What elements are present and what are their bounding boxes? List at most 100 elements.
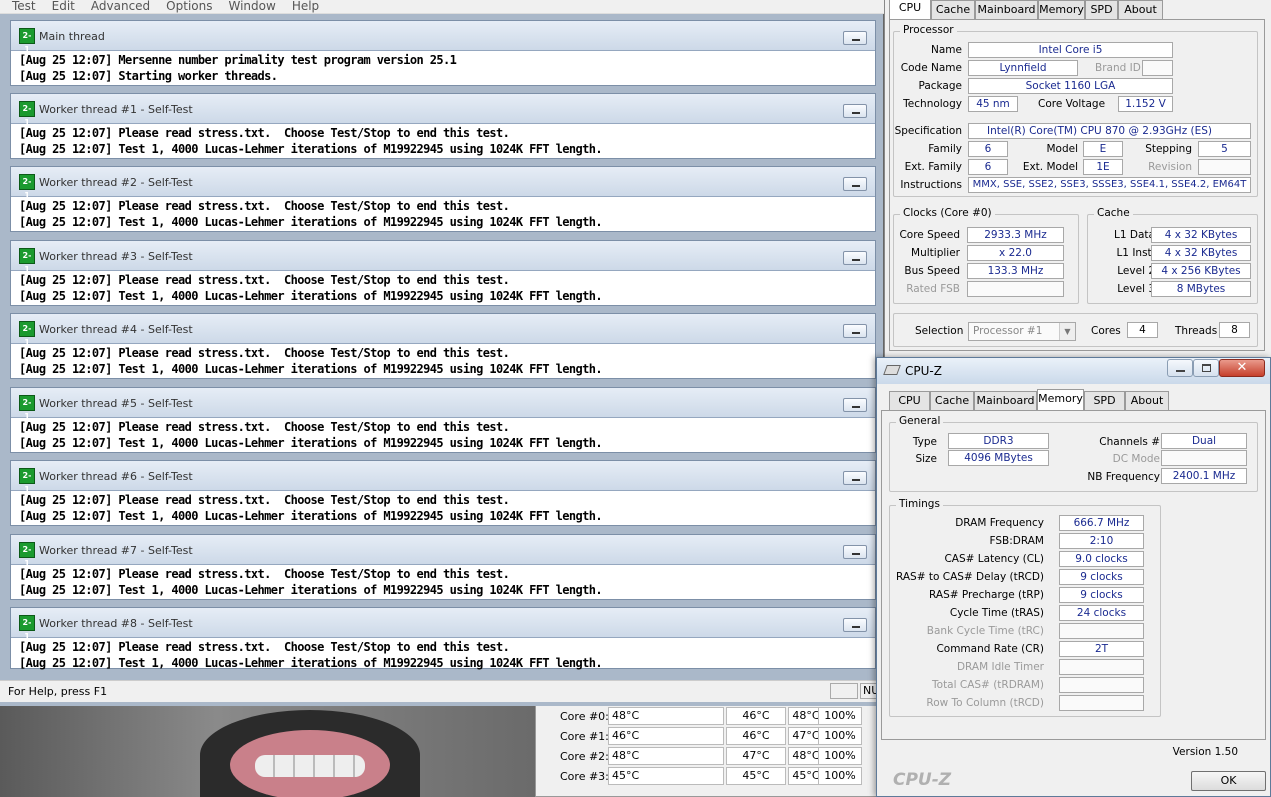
log-line: [Aug 25 12:07] Mersenne number primality… <box>19 53 457 67</box>
specification-label: Specification <box>894 125 962 137</box>
worker-thread-window: 2-1 Worker thread #1 - Self-Test [Aug 25 1… <box>10 93 876 159</box>
timing-label: RAS# to CAS# Delay (tRCD) <box>896 571 1044 583</box>
core-temp-row: Core #2: 48°C 47°C 48°C 100% <box>536 747 876 765</box>
core-speed-label: Core Speed <box>899 229 960 241</box>
prime95-icon: 2-1 <box>19 542 35 568</box>
tab-cache[interactable]: Cache <box>931 0 975 20</box>
minimize-button[interactable] <box>1167 359 1193 377</box>
subwindow-titlebar: 2-1 Worker thread #6 - Self-Test <box>11 461 875 494</box>
window-title: CPU-Z <box>905 364 942 378</box>
level3-label: Level 3 <box>1117 283 1155 295</box>
ext-model-label: Ext. Model <box>1022 161 1078 173</box>
model-value: E <box>1083 141 1123 157</box>
minimize-button[interactable] <box>843 104 867 118</box>
tab-mainboard[interactable]: Mainboard <box>975 0 1038 20</box>
timing-label: Command Rate (CR) <box>936 643 1044 655</box>
tab-cpu[interactable]: CPU <box>889 0 931 20</box>
processor-select[interactable]: Processor #1 ▼ <box>968 322 1076 341</box>
menu-edit[interactable]: Edit <box>52 0 75 13</box>
subwindow-titlebar: 2-1 Worker thread #1 - Self-Test <box>11 94 875 127</box>
timing-label: Total CAS# (tRDRAM) <box>932 679 1044 691</box>
core-cur-value: 45°C <box>608 767 724 785</box>
instructions-label: Instructions <box>900 179 962 191</box>
core-label: Core #3: <box>560 770 609 783</box>
menu-advanced[interactable]: Advanced <box>91 0 150 13</box>
core-voltage-value: 1.152 V <box>1118 96 1173 112</box>
tab-cpu[interactable]: CPU <box>889 391 930 411</box>
subwindow-titlebar: 2-1 Worker thread #2 - Self-Test <box>11 167 875 200</box>
minimize-button[interactable] <box>843 251 867 265</box>
log-line: [Aug 25 12:07] Starting worker threads. <box>19 69 278 83</box>
menu-window[interactable]: Window <box>228 0 275 13</box>
close-button[interactable]: ✕ <box>1219 359 1265 377</box>
timing-value: 9.0 clocks <box>1059 551 1144 567</box>
worker-thread-window: 2-1 Worker thread #6 - Self-Test [Aug 25 1… <box>10 460 876 526</box>
maximize-button[interactable] <box>1193 359 1219 377</box>
menu-test[interactable]: Test <box>12 0 36 13</box>
core-voltage-label: Core Voltage <box>1038 98 1106 110</box>
l1-data-value: 4 x 32 KBytes <box>1151 227 1251 243</box>
log-line: [Aug 25 12:07] Please read stress.txt. C… <box>19 126 510 140</box>
worker-thread-window: 2-1 Worker thread #3 - Self-Test [Aug 25 1… <box>10 240 876 306</box>
cpuz-window-cpu: CPU Cache Mainboard Memory SPD About Processo… <box>884 0 1271 360</box>
subwindow-title: Main thread <box>39 30 105 43</box>
worker-thread-window: 2-1 Worker thread #2 - Self-Test [Aug 25 1… <box>10 166 876 232</box>
minimize-button[interactable] <box>843 31 867 45</box>
title-bar: CPU-Z ✕ <box>877 358 1270 384</box>
multiplier-value: x 22.0 <box>967 245 1064 261</box>
nb-frequency-label: NB Frequency <box>1087 471 1160 483</box>
log-text: [Aug 25 12:07] Please read stress.txt. C… <box>11 565 875 598</box>
subwindow-titlebar: 2-1 Worker thread #8 - Self-Test <box>11 608 875 641</box>
tab-mainboard[interactable]: Mainboard <box>974 391 1037 411</box>
instructions-value: MMX, SSE, SSE2, SSE3, SSSE3, SSE4.1, SSE… <box>968 177 1251 193</box>
minimize-button[interactable] <box>843 324 867 338</box>
subwindow-title: Worker thread #3 - Self-Test <box>39 250 193 263</box>
menu-options[interactable]: Options <box>166 0 212 13</box>
core-temp-row: Core #3: 45°C 45°C 45°C 100% <box>536 767 876 785</box>
tab-spd[interactable]: SPD <box>1084 391 1125 411</box>
timing-label: FSB:DRAM <box>989 535 1044 547</box>
brandid-value <box>1142 60 1173 76</box>
log-line: [Aug 25 12:07] Test 1, 4000 Lucas-Lehmer… <box>19 509 603 523</box>
bus-speed-value: 133.3 MHz <box>967 263 1064 279</box>
log-line: [Aug 25 12:07] Test 1, 4000 Lucas-Lehmer… <box>19 583 603 597</box>
minimize-button[interactable] <box>843 545 867 559</box>
tab-spd[interactable]: SPD <box>1085 0 1118 20</box>
minimize-button[interactable] <box>843 618 867 632</box>
ext-family-label: Ext. Family <box>904 161 962 173</box>
subwindow-title: Worker thread #1 - Self-Test <box>39 103 193 116</box>
package-value: Socket 1160 LGA <box>968 78 1173 94</box>
core-temp-row: Core #0: 48°C 46°C 48°C 100% <box>536 707 876 725</box>
log-line: [Aug 25 12:07] Please read stress.txt. C… <box>19 273 510 287</box>
log-text: [Aug 25 12:07] Please read stress.txt. C… <box>11 491 875 524</box>
minimize-button[interactable] <box>843 471 867 485</box>
minimize-button[interactable] <box>843 177 867 191</box>
memory-type-value: DDR3 <box>948 433 1049 449</box>
core-label: Core #1: <box>560 730 609 743</box>
subwindow-titlebar: 2-1 Worker thread #5 - Self-Test <box>11 388 875 421</box>
worker-thread-window: 2-1 Worker thread #7 - Self-Test [Aug 25 1… <box>10 534 876 600</box>
tab-about[interactable]: About <box>1118 0 1163 20</box>
cores-value: 4 <box>1127 322 1158 338</box>
menu-help[interactable]: Help <box>292 0 319 13</box>
timing-value: 24 clocks <box>1059 605 1144 621</box>
minimize-button[interactable] <box>843 398 867 412</box>
timing-label: Bank Cycle Time (tRC) <box>926 625 1044 637</box>
l1-inst-value: 4 x 32 KBytes <box>1151 245 1251 261</box>
memory-size-value: 4096 MBytes <box>948 450 1049 466</box>
core-load-value: 100% <box>818 767 862 785</box>
tab-memory[interactable]: Memory <box>1037 389 1084 411</box>
log-line: [Aug 25 12:07] Please read stress.txt. C… <box>19 346 510 360</box>
prime95-icon: 2-1 <box>19 101 35 127</box>
ok-button[interactable]: OK <box>1191 771 1266 791</box>
close-icon: ✕ <box>1236 360 1248 375</box>
cpuz-app-icon <box>883 365 901 375</box>
timing-value <box>1059 623 1144 639</box>
timing-value: 2T <box>1059 641 1144 657</box>
tab-about[interactable]: About <box>1125 391 1169 411</box>
tab-cache[interactable]: Cache <box>930 391 974 411</box>
status-text: For Help, press F1 <box>8 685 108 698</box>
timing-label: CAS# Latency (CL) <box>944 553 1044 565</box>
tab-memory[interactable]: Memory <box>1038 0 1085 20</box>
subwindow-titlebar: 2-1 Worker thread #4 - Self-Test <box>11 314 875 347</box>
